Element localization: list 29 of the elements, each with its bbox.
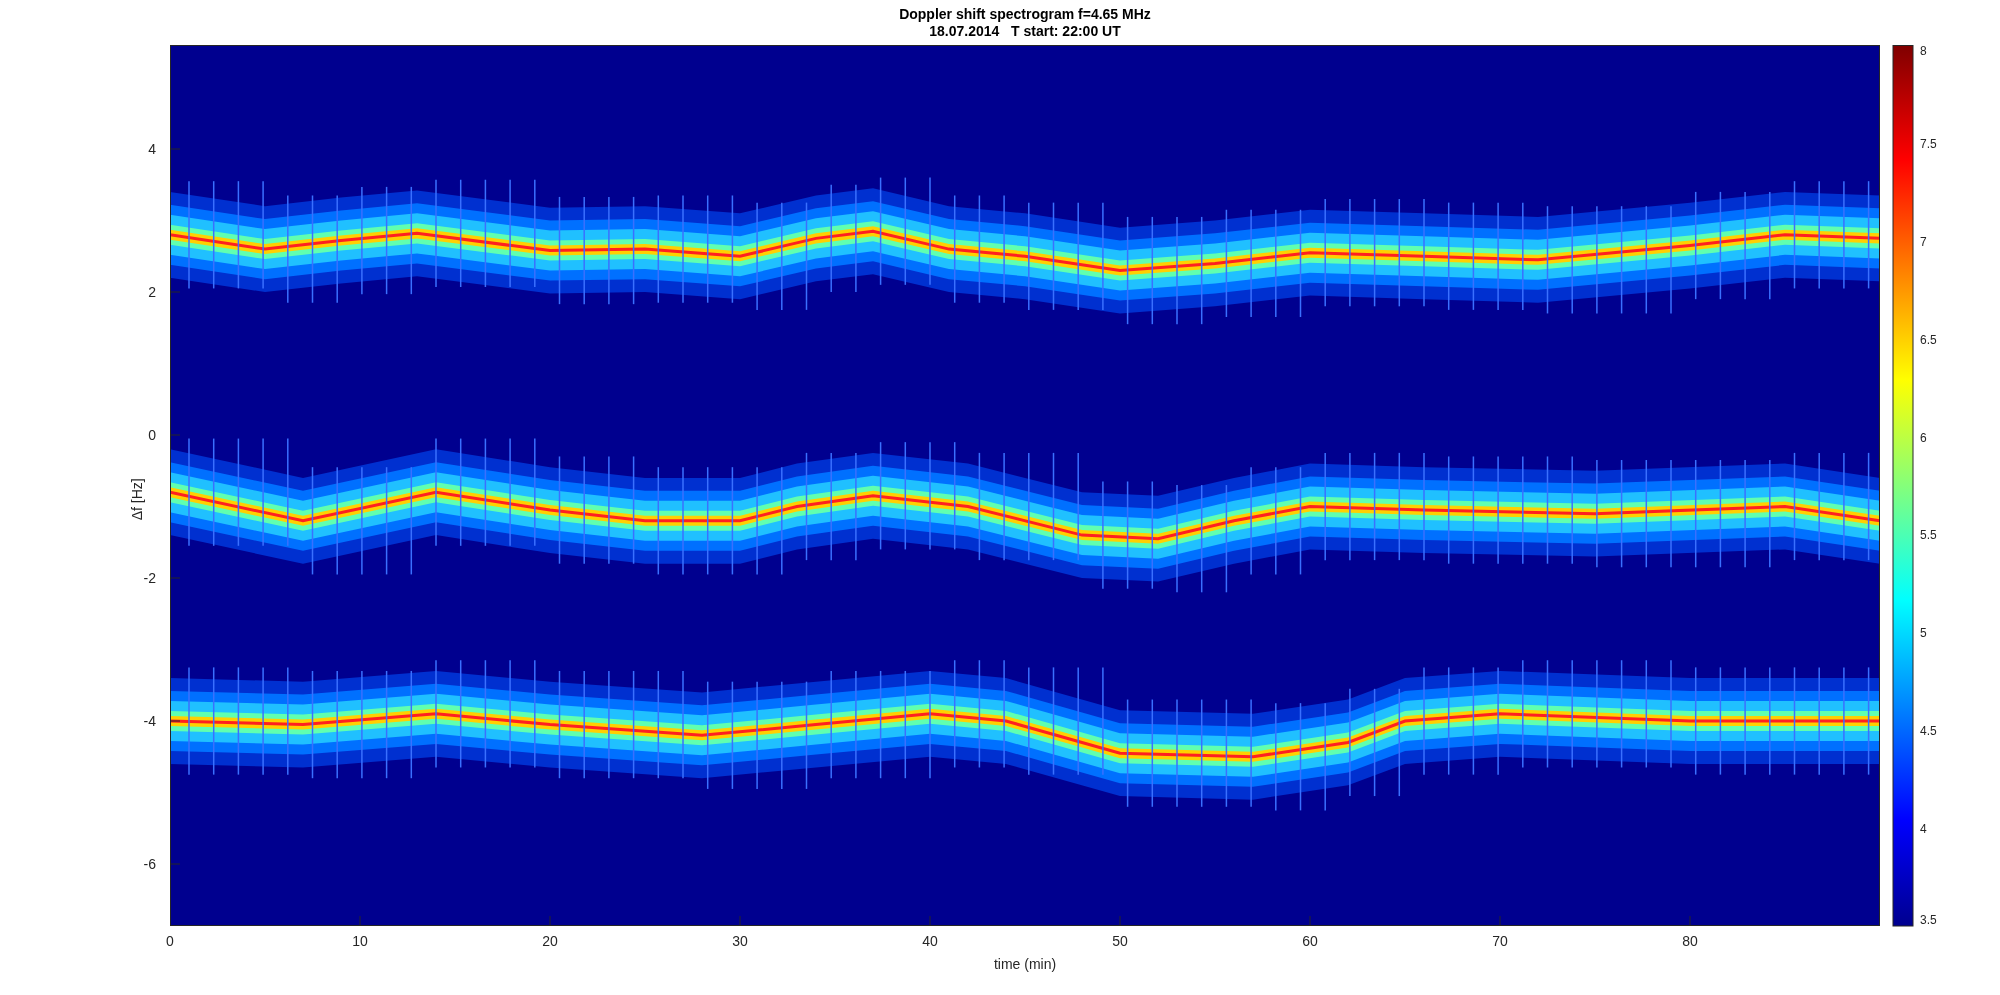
tick-label: 5.5 bbox=[1920, 528, 1937, 543]
axis-label: time (min) bbox=[993, 956, 1057, 972]
tick-label: 8 bbox=[1920, 45, 1927, 58]
tick-label: 4.5 bbox=[1920, 724, 1937, 739]
tick-label: 70 bbox=[1492, 933, 1508, 949]
tick-label: 40 bbox=[922, 933, 938, 949]
tick-label: 6.5 bbox=[1920, 332, 1937, 347]
tick-label: 0 bbox=[166, 933, 174, 949]
tick-label: 0 bbox=[148, 427, 156, 443]
tick-label: 4 bbox=[148, 141, 156, 157]
tick-label: -4 bbox=[143, 713, 156, 729]
tick-label: 20 bbox=[542, 933, 558, 949]
plot-title: Doppler shift spectrogram f=4.65 MHz bbox=[899, 5, 1151, 23]
tick-label: 30 bbox=[732, 933, 748, 949]
tick-label: 2 bbox=[148, 284, 156, 300]
tick-label: 7.5 bbox=[1920, 136, 1937, 151]
tick-label: 4 bbox=[1920, 822, 1927, 837]
tick-label: 3.5 bbox=[1920, 913, 1937, 927]
tick-label: 6 bbox=[1920, 430, 1927, 445]
tick-label: 10 bbox=[352, 933, 368, 949]
tick-label: -2 bbox=[143, 570, 156, 586]
tick-label: 60 bbox=[1302, 933, 1318, 949]
plot-subtitle: 18.07.2014 T start: 22:00 UT bbox=[929, 22, 1121, 40]
tick-label: -6 bbox=[143, 856, 156, 872]
axis-label: Δf [Hz] bbox=[129, 478, 145, 521]
tick-label: 80 bbox=[1682, 933, 1698, 949]
tick-label: 5 bbox=[1920, 626, 1927, 641]
tick-label: 7 bbox=[1920, 234, 1927, 249]
tick-label: 50 bbox=[1112, 933, 1128, 949]
